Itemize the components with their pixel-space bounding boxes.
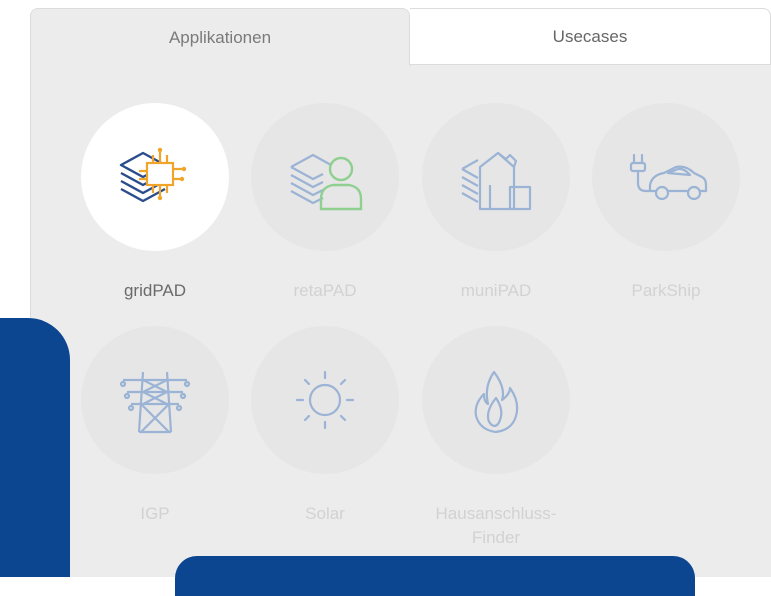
app-circle [251, 326, 399, 474]
tab-bar: Applikationen Usecases [30, 8, 771, 66]
electric-car-icon [629, 153, 708, 201]
app-label: muniPAD [460, 281, 532, 300]
retapad-icon [290, 153, 363, 211]
decorative-blue-bar [175, 556, 695, 596]
app-circle [81, 103, 229, 251]
app-label: retaPAD [293, 281, 357, 300]
app-label-line1: Hausanschluss- [435, 504, 557, 523]
app-label: IGP [140, 504, 170, 523]
app-circle [81, 326, 229, 474]
app-circle [592, 103, 740, 251]
decorative-blue-shape [0, 318, 70, 577]
app-munipad[interactable]: muniPAD [416, 103, 576, 303]
app-label: Hausanschluss- Finder [416, 502, 576, 550]
app-igp[interactable]: IGP [75, 326, 235, 526]
app-hausanschluss-finder[interactable]: Hausanschluss- Finder [416, 326, 576, 550]
app-parkship[interactable]: ParkShip [586, 103, 746, 303]
tab-applikationen[interactable]: Applikationen [30, 8, 410, 66]
flame-icon [474, 370, 519, 434]
app-label: ParkShip [631, 281, 701, 300]
app-circle [251, 103, 399, 251]
app-circle [422, 103, 570, 251]
app-label-line2: Finder [471, 528, 521, 547]
tab-usecases[interactable]: Usecases [410, 8, 771, 65]
gridpad-icon [119, 147, 187, 203]
app-gridpad[interactable]: gridPAD [75, 103, 235, 303]
app-label: gridPAD [123, 281, 187, 300]
app-retapad[interactable]: retaPAD [245, 103, 405, 303]
power-tower-icon [119, 371, 191, 434]
munipad-icon [461, 151, 532, 211]
app-solar[interactable]: Solar [245, 326, 405, 526]
app-label: Solar [305, 504, 345, 523]
sun-icon [295, 370, 355, 430]
app-circle [422, 326, 570, 474]
